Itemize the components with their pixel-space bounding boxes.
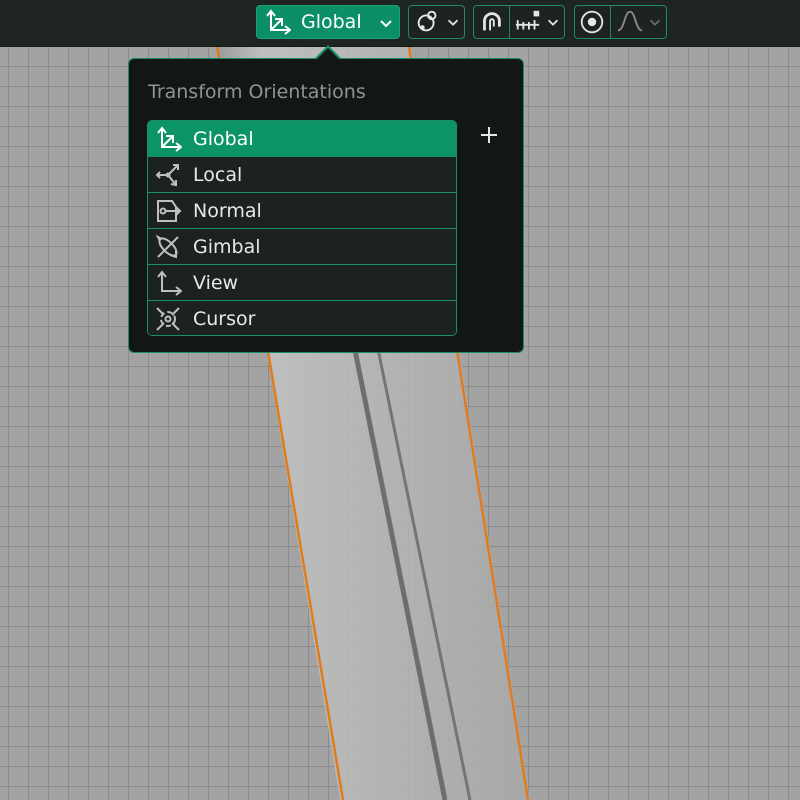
proportional-divider xyxy=(610,6,611,38)
orientation-item-label: Cursor xyxy=(193,308,256,330)
orientation-list: Global Local Normal Gimbal View Cursor xyxy=(147,120,457,336)
chevron-down-icon xyxy=(380,20,392,28)
orientation-label: Global xyxy=(301,11,362,33)
snap-toggle-group[interactable] xyxy=(473,5,565,39)
pivot-point-dropdown[interactable] xyxy=(408,5,465,39)
chevron-down-icon xyxy=(649,19,661,26)
orientation-item-label: Gimbal xyxy=(193,236,261,258)
pivot-point-icon xyxy=(417,10,437,32)
popup-title: Transform Orientations xyxy=(148,81,366,103)
popup-pointer-fill xyxy=(316,48,340,60)
local-orientation-icon xyxy=(155,164,179,187)
normal-orientation-icon xyxy=(157,200,182,222)
proportional-editing-group[interactable] xyxy=(574,5,667,39)
chevron-down-icon xyxy=(447,19,459,26)
orientation-item-cursor[interactable]: Cursor xyxy=(148,301,456,335)
snap-magnet-icon[interactable] xyxy=(477,8,505,36)
falloff-curve-icon[interactable] xyxy=(615,8,645,36)
axes-global-icon xyxy=(266,9,291,35)
orientation-item-label: View xyxy=(193,272,239,294)
orientation-item-local[interactable]: Local xyxy=(148,157,456,193)
chevron-down-icon xyxy=(547,19,559,26)
orientation-item-view[interactable]: View xyxy=(148,265,456,301)
proportional-editing-icon[interactable] xyxy=(578,8,606,36)
plus-icon xyxy=(481,127,497,143)
snap-divider xyxy=(509,6,510,38)
transform-orientations-popup: Transform Orientations Global Local Norm… xyxy=(128,58,524,353)
orientation-item-label: Normal xyxy=(193,200,262,222)
add-orientation-button[interactable] xyxy=(475,121,503,149)
axes-global-icon xyxy=(157,126,182,152)
orientation-item-normal[interactable]: Normal xyxy=(148,193,456,229)
orientation-item-global[interactable]: Global xyxy=(148,121,456,157)
snap-increment-icon[interactable] xyxy=(512,8,544,36)
transform-orientation-dropdown[interactable]: Global xyxy=(256,5,400,39)
gimbal-orientation-icon xyxy=(155,234,179,259)
orientation-item-label: Global xyxy=(193,128,254,150)
view-orientation-icon xyxy=(157,270,182,296)
orientation-item-gimbal[interactable]: Gimbal xyxy=(148,229,456,265)
viewport-header: Global xyxy=(0,0,800,47)
orientation-item-label: Local xyxy=(193,164,243,186)
cursor-orientation-icon xyxy=(156,307,180,331)
